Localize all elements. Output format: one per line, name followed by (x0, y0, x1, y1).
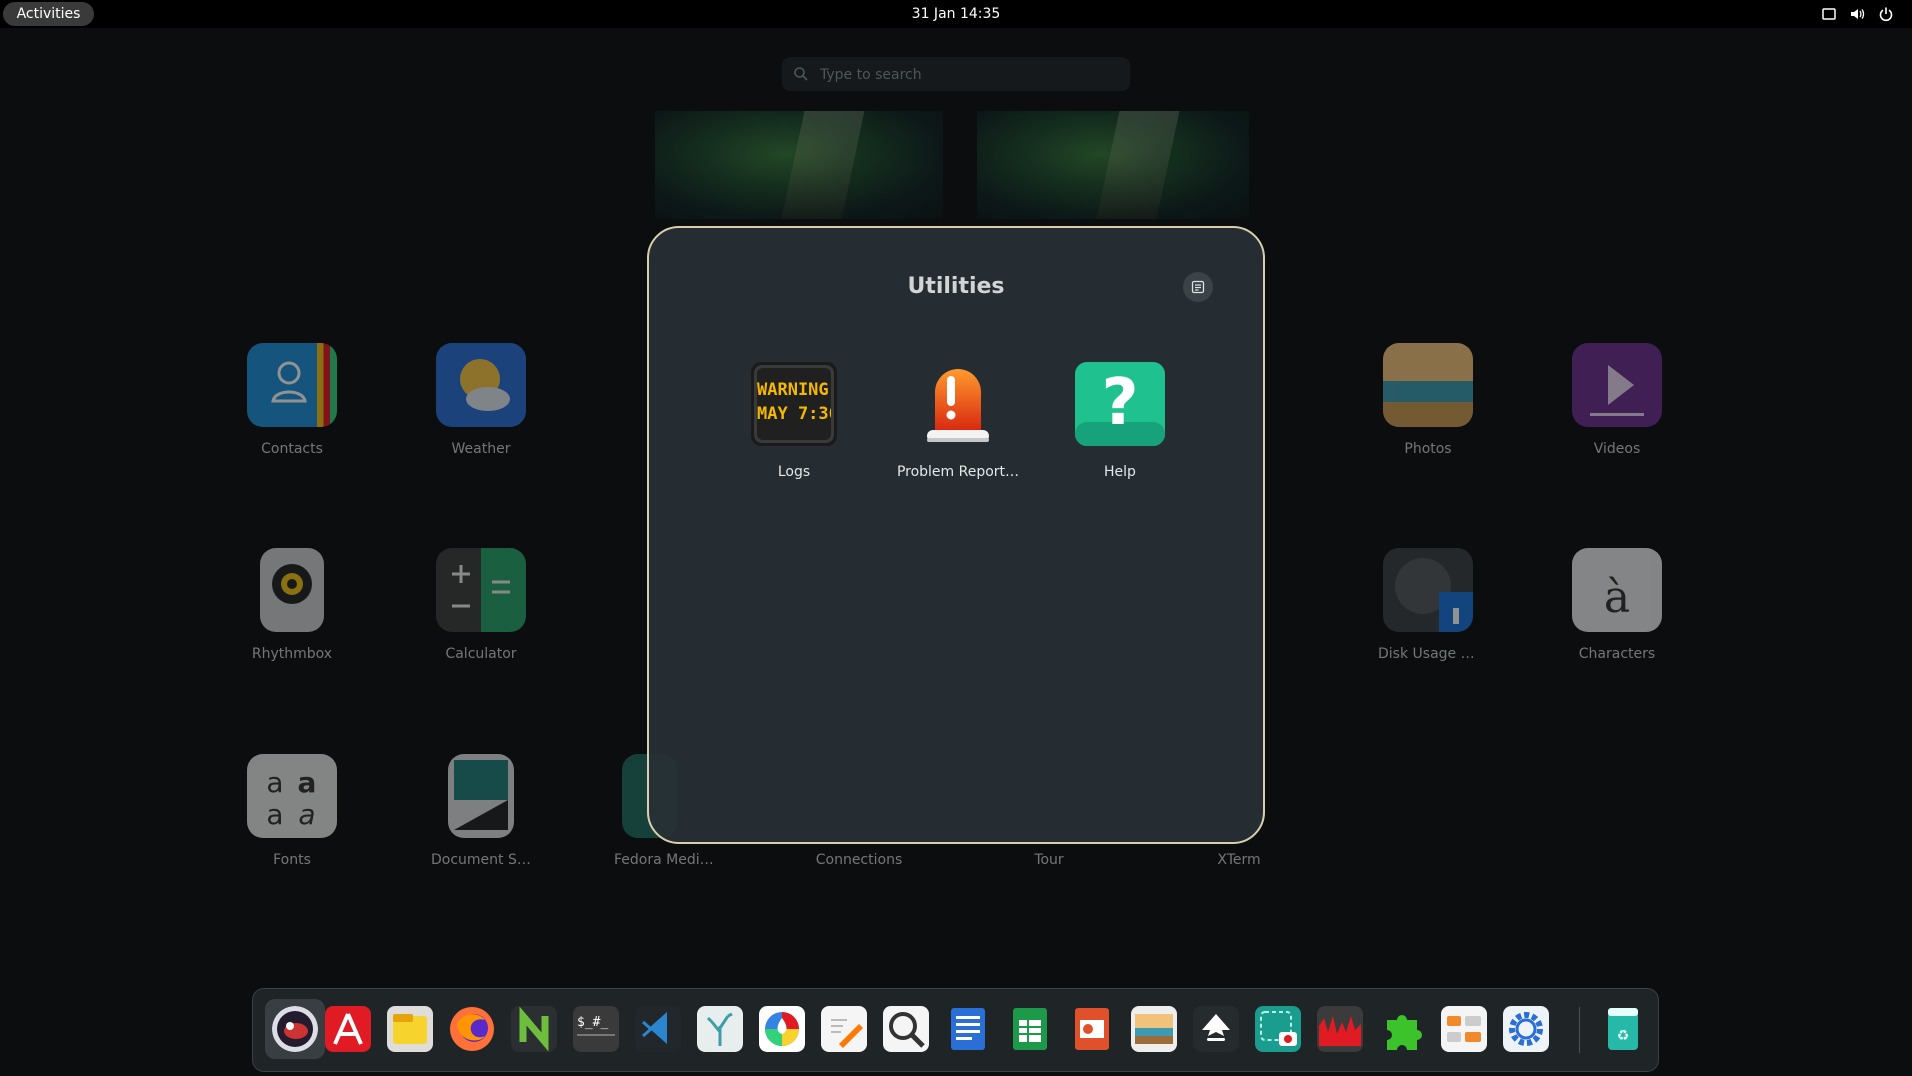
neovim-icon[interactable] (511, 1006, 557, 1052)
terminal-icon[interactable]: $_#_ (573, 1006, 619, 1052)
document-icon[interactable] (945, 1006, 991, 1052)
folder-title[interactable]: Utilities (649, 274, 1263, 299)
svg-text:a: a (298, 766, 317, 799)
workspace-thumbnail-2[interactable] (977, 111, 1249, 219)
help-icon-glyph: ? (1101, 366, 1139, 440)
vscode-icon[interactable] (635, 1006, 681, 1052)
app-photos[interactable]: Photos (1378, 343, 1478, 457)
utilities-folder-dialog: Utilities WARNING MAY 7:36 Logs Problem … (647, 226, 1265, 844)
tweaks-icon[interactable] (1441, 1006, 1487, 1052)
videos-icon (1572, 343, 1662, 427)
app-label: Fonts (273, 852, 311, 868)
svg-text:♻: ♻ (1617, 1028, 1630, 1044)
app-calculator[interactable]: Calculator (431, 548, 531, 662)
screen-icon[interactable] (1821, 6, 1837, 22)
search-input[interactable] (818, 61, 1122, 89)
app-weather[interactable]: Weather (431, 343, 531, 457)
help-icon: ? (1075, 362, 1165, 446)
svg-text:a: a (298, 798, 315, 831)
settings-icon[interactable] (1503, 1006, 1549, 1052)
dock-separator (1579, 1007, 1580, 1053)
app-label: Disk Usage Anal… (1378, 646, 1478, 662)
app-label: Calculator (445, 646, 517, 662)
app-label: Help (1104, 464, 1136, 480)
search-bar (782, 57, 1130, 91)
app-label: Rhythmbox (251, 646, 333, 662)
photos-icon (1383, 343, 1473, 427)
notes-icon[interactable] (387, 1006, 433, 1052)
app-fonts[interactable]: aaaa Fonts (242, 754, 342, 868)
app-label: Logs (777, 464, 811, 480)
app-videos[interactable]: Videos (1567, 343, 1667, 457)
contacts-icon (247, 343, 337, 427)
app-label: Videos (1593, 441, 1641, 457)
inkscape-icon[interactable] (1193, 1006, 1239, 1052)
app-label: Tour (1034, 852, 1064, 868)
app-document-scanner[interactable]: Document Scan… (431, 754, 531, 868)
app-label: Photos (1404, 441, 1452, 457)
screenshot-icon[interactable] (1255, 1006, 1301, 1052)
magnifier-icon[interactable] (883, 1006, 929, 1052)
app-label: Document Scan… (431, 852, 531, 868)
disk-usage-icon (1383, 548, 1473, 632)
workspace-thumbnail-1[interactable] (655, 111, 943, 219)
trash-icon[interactable]: ♻ (1600, 1006, 1646, 1052)
audio-icon[interactable] (1317, 1006, 1363, 1052)
svg-text:a: a (266, 766, 283, 799)
presentation-icon[interactable] (1069, 1006, 1115, 1052)
clock-container: 31 Jan 14:35 (0, 0, 1912, 28)
app-contacts[interactable]: Contacts (242, 343, 342, 457)
volume-icon[interactable] (1849, 6, 1865, 22)
activities-button[interactable]: Activities (3, 2, 94, 26)
app-label: XTerm (1217, 852, 1261, 868)
firefox-icon[interactable] (449, 1006, 495, 1052)
spreadsheet-icon[interactable] (1007, 1006, 1053, 1052)
document-scanner-icon (448, 754, 514, 838)
calculator-icon (436, 548, 526, 632)
app-logs[interactable]: WARNING MAY 7:36 Logs (729, 362, 859, 480)
app-disk-usage[interactable]: Disk Usage Anal… (1378, 548, 1478, 662)
text-editor-icon[interactable] (821, 1006, 867, 1052)
app-label: Weather (451, 441, 511, 457)
app-characters[interactable]: à Characters (1567, 548, 1667, 662)
weather-icon (436, 343, 526, 427)
bird-app-icon[interactable] (272, 1006, 318, 1052)
characters-icon: à (1572, 548, 1662, 632)
svg-text:à: à (1604, 572, 1630, 623)
app-rhythmbox[interactable]: Rhythmbox (242, 548, 342, 662)
svg-text:a: a (266, 798, 283, 831)
fonts-icon: aaaa (247, 754, 337, 838)
top-bar: Activities 31 Jan 14:35 (0, 0, 1912, 28)
clock[interactable]: 31 Jan 14:35 (912, 6, 1001, 22)
color-picker-icon[interactable] (759, 1006, 805, 1052)
alert-beacon-icon (913, 362, 1003, 446)
app-label: Contacts (261, 441, 323, 457)
logs-icon-text-1: WARNING (757, 380, 829, 400)
rhythmbox-icon (260, 548, 324, 632)
power-icon[interactable] (1878, 6, 1894, 22)
app-label: Connections (815, 852, 903, 868)
dock: $_#_ ♻ (252, 988, 1659, 1072)
edit-icon (1191, 280, 1205, 294)
logs-icon-text-2: MAY 7:36 (757, 404, 831, 424)
coral-icon[interactable] (697, 1006, 743, 1052)
search-icon (794, 67, 808, 81)
app-label: Problem Report… (896, 464, 1020, 480)
extensions-icon[interactable] (1379, 1006, 1425, 1052)
rename-folder-button[interactable] (1183, 272, 1213, 302)
app-store-icon[interactable] (325, 1006, 371, 1052)
svg-text:$_#_: $_#_ (577, 1015, 608, 1030)
logs-icon: WARNING MAY 7:36 (749, 362, 839, 446)
app-problem-reporting[interactable]: Problem Report… (893, 362, 1023, 480)
app-label: Characters (1578, 646, 1656, 662)
app-help[interactable]: ? Help (1055, 362, 1185, 480)
app-label: Fedora Media … (614, 852, 714, 868)
image-viewer-icon[interactable] (1131, 1006, 1177, 1052)
